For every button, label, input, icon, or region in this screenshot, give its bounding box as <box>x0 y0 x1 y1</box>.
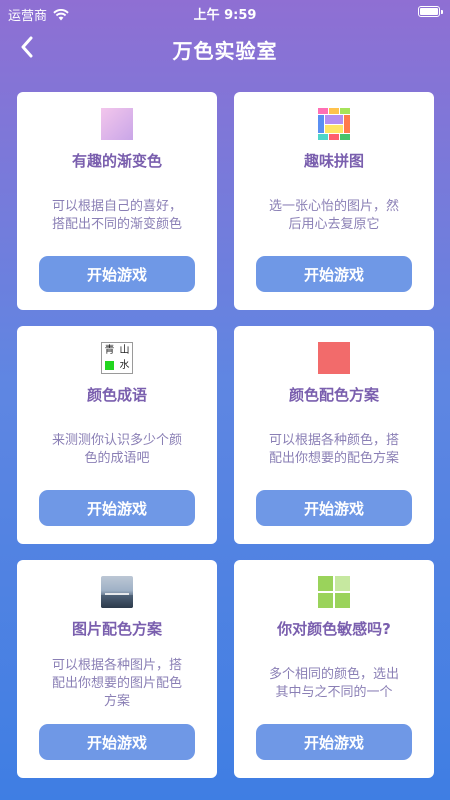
card-idiom: 青 山 水 颜色成语 来测测你认识多少个颜 色的成语吧 开始游戏 <box>17 326 217 544</box>
card-description: 可以根据自己的喜好， 搭配出不同的渐变颜色 <box>41 198 193 234</box>
card-description: 来测测你认识多少个颜 色的成语吧 <box>41 432 193 468</box>
idiom-char: 山 <box>119 345 130 356</box>
status-time: 上午 9:59 <box>193 8 257 23</box>
puzzle-icon <box>318 108 350 140</box>
card-color-scheme: 颜色配色方案 可以根据各种颜色，搭 配出你想要的配色方案 开始游戏 <box>234 326 434 544</box>
card-title: 你对颜色敏感吗? <box>277 620 391 638</box>
start-game-button[interactable]: 开始游戏 <box>256 490 412 526</box>
idiom-icon: 青 山 水 <box>101 342 133 374</box>
card-title: 颜色配色方案 <box>288 386 379 404</box>
photo-icon <box>101 576 133 608</box>
color-blocks-icon <box>318 576 350 608</box>
card-desc-line: 搭配出不同的渐变颜色 <box>51 217 182 232</box>
card-title: 有趣的渐变色 <box>71 152 162 170</box>
idiom-char: 水 <box>119 360 130 371</box>
card-desc-line: 后用心去复原它 <box>288 217 380 232</box>
card-gradient: 有趣的渐变色 可以根据自己的喜好， 搭配出不同的渐变颜色 开始游戏 <box>17 92 217 310</box>
card-desc-line: 来测测你认识多少个颜 <box>51 433 182 448</box>
card-desc-line: 选一张心怡的图片，然 <box>268 199 399 214</box>
card-description: 可以根据各种图片，搭 配出你想要的图片配色 方案 <box>41 657 193 711</box>
nav-bar: 万色实验室 <box>0 26 450 70</box>
card-desc-line: 可以根据各种颜色，搭 <box>268 433 399 448</box>
card-desc-line: 多个相同的颜色，选出 <box>268 667 399 682</box>
card-desc-line: 其中与之不同的一个 <box>275 685 393 700</box>
start-game-button[interactable]: 开始游戏 <box>256 724 412 760</box>
battery-icon <box>418 6 443 17</box>
status-right <box>418 6 443 17</box>
card-desc-line: 配出你想要的图片配色 <box>51 676 182 691</box>
card-desc-line: 可以根据各种图片，搭 <box>51 658 182 673</box>
start-game-button[interactable]: 开始游戏 <box>39 256 195 292</box>
card-description: 多个相同的颜色，选出 其中与之不同的一个 <box>258 666 410 702</box>
card-description: 可以根据各种颜色，搭 配出你想要的配色方案 <box>258 432 410 468</box>
card-description: 选一张心怡的图片，然 后用心去复原它 <box>258 198 410 234</box>
card-title: 趣味拼图 <box>303 152 364 170</box>
color-swatch-icon <box>318 342 350 374</box>
start-game-button[interactable]: 开始游戏 <box>39 724 195 760</box>
page-title: 万色实验室 <box>172 39 278 63</box>
card-puzzle: 趣味拼图 选一张心怡的图片，然 后用心去复原它 开始游戏 <box>234 92 434 310</box>
card-title: 图片配色方案 <box>71 620 162 638</box>
green-square-icon <box>105 361 114 370</box>
card-color-sensitivity: 你对颜色敏感吗? 多个相同的颜色，选出 其中与之不同的一个 开始游戏 <box>234 560 434 778</box>
gradient-icon <box>101 108 133 140</box>
card-photo-scheme: 图片配色方案 可以根据各种图片，搭 配出你想要的图片配色 方案 开始游戏 <box>17 560 217 778</box>
start-game-button[interactable]: 开始游戏 <box>256 256 412 292</box>
status-bar: 运营商 上午 9:59 <box>0 0 450 26</box>
card-desc-line: 可以根据自己的喜好， <box>51 199 182 214</box>
card-desc-line: 方案 <box>103 694 130 709</box>
card-desc-line: 色的成语吧 <box>84 451 150 466</box>
card-desc-line: 配出你想要的配色方案 <box>268 451 399 466</box>
game-grid: 有趣的渐变色 可以根据自己的喜好， 搭配出不同的渐变颜色 开始游戏 趣味拼图 选… <box>17 92 434 778</box>
idiom-char: 青 <box>104 345 115 356</box>
start-game-button[interactable]: 开始游戏 <box>39 490 195 526</box>
card-title: 颜色成语 <box>86 386 147 404</box>
